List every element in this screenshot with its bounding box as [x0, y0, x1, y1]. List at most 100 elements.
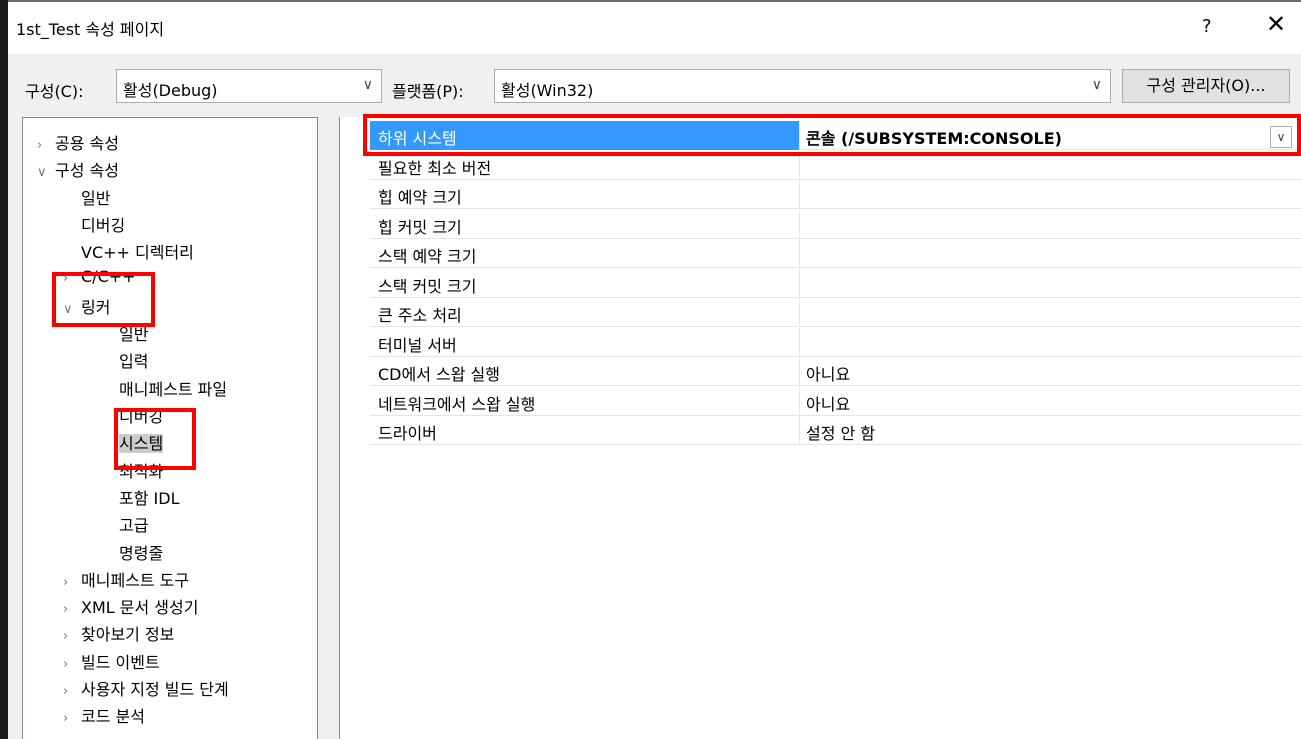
tree-item-label: 시스템 — [119, 434, 164, 454]
tree-item-label: 디버깅 — [81, 215, 126, 235]
tree-item-label: 매니페스트 파일 — [119, 379, 228, 399]
property-row[interactable]: 하위 시스템 콘솔 (/SUBSYSTEM:CONSOLE) — [370, 121, 1301, 150]
window-title: 1st_Test 속성 페이지 — [16, 20, 165, 39]
tree-item-label: 최적화 — [119, 461, 164, 481]
chevron-right-icon[interactable]: › — [63, 629, 81, 644]
tree-item-label: 일반 — [81, 188, 111, 208]
tree-item-label: 공용 속성 — [55, 134, 119, 153]
tree-item-label: 매니페스트 도구 — [81, 570, 190, 590]
tree-item[interactable]: › 빌드 이벤트 — [63, 649, 160, 673]
chevron-down-icon: ∨ — [362, 77, 373, 93]
tree-item[interactable]: 포함 IDL — [119, 485, 179, 509]
tree-item-label: VC++ 디렉터리 — [81, 243, 194, 263]
chevron-down-icon[interactable]: ∨ — [63, 302, 81, 317]
property-row[interactable]: CD에서 스왑 실행 아니요 — [370, 357, 1301, 386]
chevron-right-icon[interactable]: › — [63, 657, 81, 672]
tree-item-label: 빌드 이벤트 — [81, 652, 160, 672]
chevron-right-icon[interactable]: › — [63, 684, 81, 699]
chevron-right-icon[interactable]: › — [63, 575, 81, 590]
config-dropdown[interactable]: 활성(Debug) ∨ — [116, 69, 382, 103]
column-divider — [799, 150, 800, 179]
tree-item-label: 사용자 지정 빌드 단계 — [81, 680, 229, 699]
tree-item[interactable]: › 찾아보기 정보 — [63, 621, 174, 645]
property-row[interactable]: 필요한 최소 버전 — [370, 150, 1301, 180]
tree-item[interactable]: 매니페스트 파일 — [119, 376, 227, 400]
tree-item[interactable]: ∨ 링커 — [63, 294, 110, 318]
tree-item[interactable]: 시스템 — [119, 430, 164, 454]
platform-dropdown[interactable]: 활성(Win32) ∨ — [494, 69, 1111, 103]
property-row[interactable]: 큰 주소 처리 — [370, 298, 1301, 327]
column-divider — [799, 268, 800, 297]
tree-item-label: 구성 속성 — [55, 161, 119, 181]
property-name: CD에서 스왑 실행 — [378, 365, 500, 384]
column-divider — [799, 121, 800, 149]
subsystem-dropdown-button[interactable]: ∨ — [1270, 126, 1292, 148]
property-row[interactable]: 터미널 서버 — [370, 327, 1301, 357]
chevron-right-icon[interactable]: › — [63, 711, 81, 726]
column-divider — [799, 298, 800, 326]
property-name: 네트워크에서 스왑 실행 — [378, 394, 536, 414]
platform-label: 플랫폼(P): — [392, 82, 464, 101]
column-divider — [799, 239, 800, 267]
config-dropdown-value: 활성(Debug) — [123, 81, 218, 100]
property-row[interactable]: 스택 예약 크기 — [370, 239, 1301, 268]
column-divider — [799, 327, 800, 356]
property-value: 아니요 — [806, 394, 851, 414]
tree-item[interactable]: 입력 — [119, 348, 148, 372]
title-bar: 1st_Test 속성 페이지 ? ✕ — [8, 2, 1301, 54]
tree-item-label: 찾아보기 정보 — [81, 625, 175, 645]
tree-item[interactable]: › 코드 분석 — [63, 703, 145, 727]
property-value: 아니요 — [806, 365, 851, 384]
tree-item-label: 코드 분석 — [81, 707, 145, 727]
tree-item[interactable]: 일반 — [81, 185, 110, 209]
tree-item-label: 일반 — [119, 325, 149, 345]
chevron-right-icon[interactable]: › — [63, 271, 81, 286]
tree-item[interactable]: ∨ 구성 속성 — [37, 157, 119, 181]
tree-item[interactable]: 디버깅 — [81, 212, 125, 236]
column-divider — [799, 357, 800, 385]
property-row[interactable]: 네트워크에서 스왑 실행 아니요 — [370, 386, 1301, 416]
tree-item[interactable]: 고급 — [119, 512, 148, 536]
help-button[interactable]: ? — [1202, 16, 1212, 37]
tree-item[interactable]: › 공용 속성 — [37, 130, 119, 154]
tree-item[interactable]: 최적화 — [119, 458, 163, 482]
property-row[interactable]: 힙 예약 크기 — [370, 180, 1301, 209]
property-name: 스택 예약 크기 — [378, 247, 477, 266]
tree-item[interactable]: › 사용자 지정 빌드 단계 — [63, 676, 229, 700]
property-name: 필요한 최소 버전 — [378, 158, 492, 178]
config-manager-button[interactable]: 구성 관리자(O)... — [1122, 69, 1290, 103]
chevron-down-icon[interactable]: ∨ — [37, 165, 55, 180]
column-divider — [799, 386, 800, 415]
config-label: 구성(C): — [25, 82, 84, 101]
property-row[interactable]: 스택 커밋 크기 — [370, 268, 1301, 298]
tree-item[interactable]: › XML 문서 생성기 — [63, 594, 198, 618]
tree-item[interactable]: 명령줄 — [119, 540, 163, 564]
chevron-down-icon: ∨ — [1091, 77, 1102, 93]
property-value: 콘솔 (/SUBSYSTEM:CONSOLE) — [806, 129, 1062, 148]
property-name: 하위 시스템 — [378, 129, 457, 148]
close-button[interactable]: ✕ — [1266, 10, 1286, 38]
chevron-right-icon[interactable]: › — [37, 138, 55, 153]
tree-item-label: 디버깅 — [119, 407, 164, 426]
tree-item-label: 명령줄 — [119, 543, 164, 563]
tree-item-label: 링커 — [81, 297, 111, 317]
property-name: 힙 커밋 크기 — [378, 217, 462, 237]
property-grid[interactable]: 하위 시스템 콘솔 (/SUBSYSTEM:CONSOLE) 필요한 최소 버전힙 … — [339, 117, 1301, 739]
property-pages-dialog: 1st_Test 속성 페이지 ? ✕ 구성(C): 활성(Debug) ∨ 플… — [0, 0, 1301, 739]
chevron-right-icon[interactable]: › — [63, 602, 81, 617]
column-divider — [799, 416, 800, 444]
property-row[interactable]: 드라이버 설정 안 함 — [370, 416, 1301, 445]
property-name: 힙 예약 크기 — [378, 188, 462, 207]
tree-item[interactable]: VC++ 디렉터리 — [81, 239, 194, 263]
tree-item[interactable]: › 매니페스트 도구 — [63, 567, 189, 591]
config-toolbar: 구성(C): 활성(Debug) ∨ 플랫폼(P): 활성(Win32) ∨ 구… — [8, 54, 1301, 114]
tree-item[interactable]: › C/C++ — [63, 267, 136, 286]
tree-item[interactable]: 디버깅 — [119, 403, 163, 427]
column-divider — [799, 209, 800, 238]
platform-dropdown-value: 활성(Win32) — [501, 81, 594, 100]
property-value: 설정 안 함 — [806, 424, 876, 443]
property-row[interactable]: 힙 커밋 크기 — [370, 209, 1301, 239]
category-tree[interactable]: › 공용 속성 ∨ 구성 속성 일반 디버깅 VC++ 디렉터리 › C/C++ ∨ 링커 일반 입력 매… — [22, 117, 318, 739]
tree-item[interactable]: 일반 — [119, 321, 148, 345]
tree-item-label: 포함 IDL — [119, 488, 180, 508]
